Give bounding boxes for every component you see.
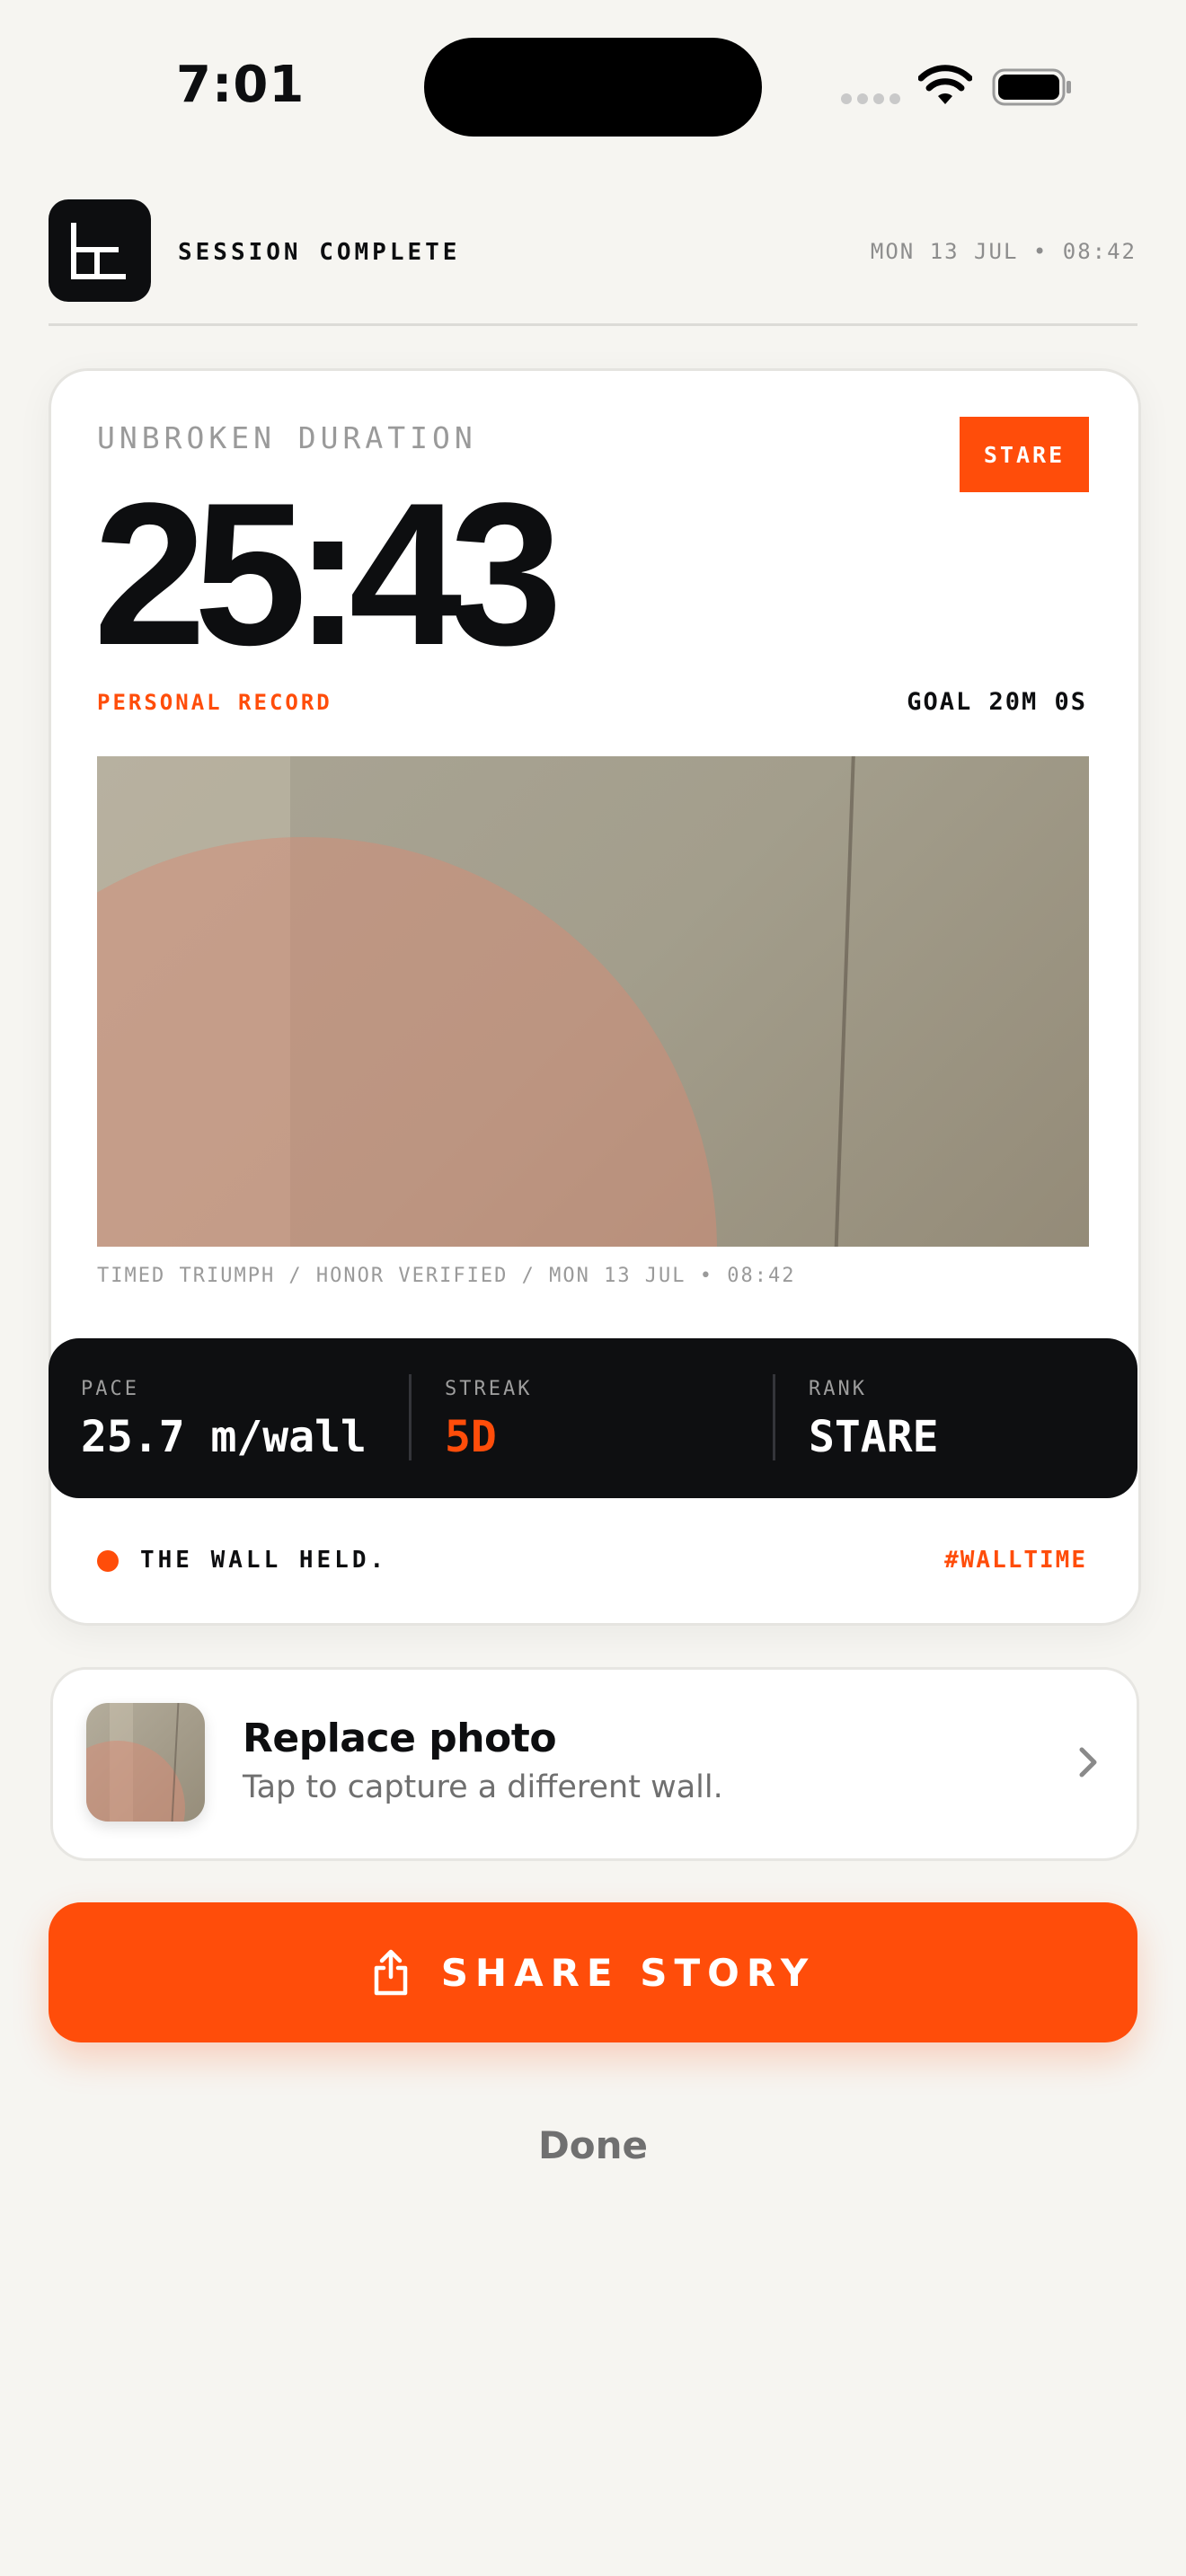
wifi-icon xyxy=(918,65,972,104)
share-icon xyxy=(374,1949,407,1996)
battery-icon xyxy=(992,68,1071,106)
rank-badge: STARE xyxy=(960,417,1089,492)
share-story-label: SHARE STORY xyxy=(440,1950,816,1995)
footer-text: THE WALL HELD. xyxy=(140,1547,388,1574)
app-logo-icon xyxy=(49,199,151,302)
replace-photo-subtitle: Tap to capture a different wall. xyxy=(243,1769,723,1805)
cellular-signal-icon xyxy=(841,93,900,104)
stat-divider xyxy=(409,1374,412,1460)
dynamic-island xyxy=(424,38,762,137)
duration-value: 25:43 xyxy=(93,460,562,687)
header-title: SESSION COMPLETE xyxy=(178,239,461,266)
header-date: MON 13 JUL • 08:42 xyxy=(870,239,1137,264)
stat-value: 25.7 m/wall xyxy=(81,1412,367,1462)
stat-value: 5D xyxy=(445,1412,497,1462)
stat-divider xyxy=(773,1374,775,1460)
header-divider xyxy=(49,323,1137,326)
status-time: 7:01 xyxy=(176,56,305,114)
personal-record-label: PERSONAL RECORD xyxy=(97,690,332,715)
photo-caption: TIMED TRIUMPH / HONOR VERIFIED / MON 13 … xyxy=(97,1265,796,1287)
wall-photo xyxy=(97,756,1089,1247)
stat-label: STREAK xyxy=(445,1378,533,1400)
goal-label: GOAL 20M 0S xyxy=(907,688,1087,716)
duration-label: UNBROKEN DURATION xyxy=(97,420,477,455)
photo-thumbnail xyxy=(86,1703,205,1822)
stat-value: STARE xyxy=(809,1412,939,1462)
share-story-button[interactable]: SHARE STORY xyxy=(49,1902,1137,2042)
chevron-right-icon xyxy=(1079,1747,1097,1778)
replace-photo-title: Replace photo xyxy=(243,1716,557,1761)
stats-bar: PACE 25.7 m/wall STREAK 5D RANK STARE xyxy=(49,1338,1137,1498)
done-button[interactable]: Done xyxy=(0,2123,1186,2167)
stat-label: RANK xyxy=(809,1378,867,1400)
stat-label: PACE xyxy=(81,1378,139,1400)
replace-photo-button[interactable] xyxy=(50,1667,1139,1861)
status-dot-icon xyxy=(97,1550,119,1572)
hashtag: #WALLTIME xyxy=(944,1547,1087,1574)
